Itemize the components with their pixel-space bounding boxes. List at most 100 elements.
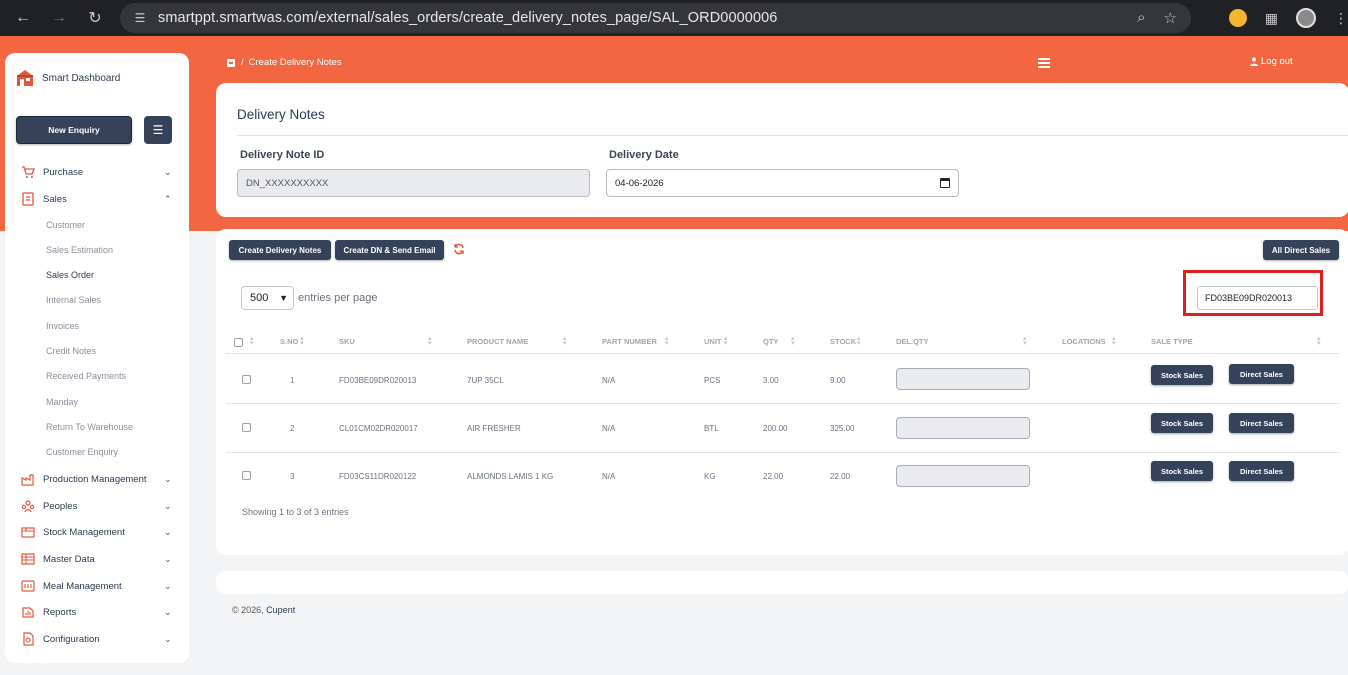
cell-stock: 325.00	[830, 424, 855, 433]
stock-sales-button[interactable]: Stock Sales	[1151, 461, 1213, 481]
sidebar-item-reports[interactable]: Reports ⌄	[5, 602, 189, 622]
sidebar-item-stock-management[interactable]: Stock Management ⌄	[5, 522, 189, 542]
all-direct-sales-button[interactable]: All Direct Sales	[1263, 240, 1339, 260]
column-header-sku[interactable]: SKU	[339, 337, 355, 346]
sidebar-item-master-data[interactable]: Master Data ⌄	[5, 549, 189, 569]
sidebar-subitem-invoices[interactable]: Invoices	[46, 321, 79, 331]
row-checkbox[interactable]	[242, 471, 251, 480]
search-input[interactable]: FD03BE09DR020013	[1197, 286, 1318, 310]
sidebar-item-production-management[interactable]: Production Management ⌄	[5, 469, 189, 489]
column-header-sno[interactable]: S.NO	[280, 337, 298, 346]
sidebar-toggle-button[interactable]: ☰	[144, 116, 172, 144]
sidebar-item-label: Sales	[43, 193, 67, 205]
create-delivery-notes-button[interactable]: Create Delivery Notes	[229, 240, 331, 260]
del-qty-input[interactable]	[896, 465, 1030, 487]
sort-icon[interactable]: ▴ ▾	[1317, 335, 1321, 347]
sidebar-item-peoples[interactable]: Peoples ⌄	[5, 496, 189, 516]
sidebar-item-label: Master Data	[43, 553, 95, 565]
sidebar-subitem-internal-sales[interactable]: Internal Sales	[46, 295, 101, 305]
hamburger-menu-icon[interactable]	[1038, 58, 1050, 68]
column-header-unit[interactable]: UNIT	[704, 337, 722, 346]
column-header-part-number[interactable]: PART NUMBER	[602, 337, 657, 346]
sidebar-subitem-return-to-warehouse[interactable]: Return To Warehouse	[46, 422, 133, 432]
site-info-icon[interactable]: ☰	[132, 10, 148, 26]
sort-icon[interactable]: ▴ ▾	[1023, 335, 1027, 347]
sidebar-item-meal-management[interactable]: Meal Management ⌄	[5, 576, 189, 596]
meal-icon	[21, 580, 35, 592]
config-icon	[23, 632, 34, 646]
sort-icon[interactable]: ▴ ▾	[250, 335, 254, 347]
sidebar-subitem-received-payments[interactable]: Received Payments	[46, 371, 126, 381]
chevron-down-icon: ⌄	[164, 473, 172, 484]
forward-icon[interactable]: →	[48, 7, 70, 29]
table-header-divider	[226, 353, 1339, 354]
stock-sales-button[interactable]: Stock Sales	[1151, 413, 1213, 433]
back-icon[interactable]: ←	[12, 7, 34, 29]
column-header-sale-type[interactable]: SALE TYPE	[1151, 337, 1193, 346]
sort-icon[interactable]: ▴ ▾	[791, 335, 795, 347]
stock-sales-button[interactable]: Stock Sales	[1151, 365, 1213, 385]
sort-icon[interactable]: ▴ ▾	[665, 335, 669, 347]
extensions-puzzle-icon[interactable]: ▦	[1265, 10, 1278, 27]
sidebar-item-sales[interactable]: Sales ⌃	[5, 189, 189, 209]
sidebar-item-purchase[interactable]: Purchase ⌄	[5, 162, 189, 182]
direct-sales-button[interactable]: Direct Sales	[1229, 461, 1294, 481]
breadcrumb: / Create Delivery Notes	[226, 57, 342, 68]
entries-per-page-select[interactable]: 500 ▼	[241, 286, 294, 310]
reload-icon[interactable]: ↻	[84, 7, 106, 29]
sort-icon[interactable]: ▴ ▾	[300, 335, 304, 347]
column-header-product-name[interactable]: PRODUCT NAME	[467, 337, 528, 346]
sort-icon[interactable]: ▴ ▾	[1112, 335, 1116, 347]
browser-menu-icon[interactable]: ⋮	[1334, 10, 1348, 27]
column-header-stock[interactable]: STOCK	[830, 337, 856, 346]
sort-icon[interactable]: ▴ ▾	[563, 335, 567, 347]
address-bar[interactable]: ☰ smartppt.smartwas.com/external/sales_o…	[120, 3, 1191, 33]
sort-icon[interactable]: ▴ ▾	[857, 335, 861, 347]
bookmark-star-icon[interactable]: ☆	[1164, 9, 1177, 27]
divider	[237, 135, 1348, 136]
chevron-down-icon: ⌄	[164, 606, 172, 617]
sidebar-subitem-customer-enquiry[interactable]: Customer Enquiry	[46, 447, 118, 457]
cell-unit: KG	[704, 472, 716, 481]
del-qty-input[interactable]	[896, 368, 1030, 390]
direct-sales-button[interactable]: Direct Sales	[1229, 364, 1294, 384]
new-enquiry-button[interactable]: New Enquiry	[16, 116, 132, 144]
del-qty-input[interactable]	[896, 417, 1030, 439]
home-icon[interactable]	[226, 58, 236, 68]
delivery-date-field[interactable]: 04-06-2026	[606, 169, 959, 197]
row-checkbox[interactable]	[242, 375, 251, 384]
brand[interactable]: Smart Dashboard	[15, 68, 120, 88]
stock-icon	[21, 527, 35, 538]
sidebar-subitem-credit-notes[interactable]: Credit Notes	[46, 346, 96, 356]
sort-icon[interactable]: ▴ ▾	[428, 335, 432, 347]
empty-card	[216, 571, 1348, 594]
sidebar-subitem-sales-order[interactable]: Sales Order	[46, 270, 94, 280]
delivery-note-id-field[interactable]: DN_XXXXXXXXXX	[237, 169, 590, 197]
cell-unit: BTL	[704, 424, 719, 433]
sidebar-subitem-sales-estimation[interactable]: Sales Estimation	[46, 245, 113, 255]
select-all-checkbox[interactable]	[234, 338, 243, 347]
create-dn-send-email-button[interactable]: Create DN & Send Email	[335, 240, 444, 260]
profile-avatar[interactable]	[1296, 8, 1316, 28]
sidebar-item-configuration[interactable]: Configuration ⌄	[5, 629, 189, 649]
sort-icon[interactable]: ▴ ▾	[724, 335, 728, 347]
column-header-locations[interactable]: LOCATIONS	[1062, 337, 1106, 346]
calendar-icon[interactable]	[940, 178, 950, 188]
cell-product-name: ALMONDS LAMIS 1 KG	[467, 472, 554, 481]
cart-icon	[22, 166, 35, 178]
column-header-qty[interactable]: QTY	[763, 337, 778, 346]
refresh-icon[interactable]	[453, 243, 465, 255]
extension-icon[interactable]	[1228, 9, 1247, 27]
zoom-icon[interactable]: ⌕	[1137, 9, 1145, 27]
column-header-del-qty[interactable]: DEL.QTY	[896, 337, 929, 346]
company-link[interactable]: Cupent	[266, 605, 295, 615]
sidebar-subitem-manday[interactable]: Manday	[46, 397, 78, 407]
logout-link[interactable]: Log out	[1250, 56, 1293, 67]
url-text[interactable]: smartppt.smartwas.com/external/sales_ord…	[158, 10, 777, 26]
row-checkbox[interactable]	[242, 423, 251, 432]
chevron-down-icon: ⌄	[164, 580, 172, 591]
sidebar-subitem-customer[interactable]: Customer	[46, 220, 85, 230]
direct-sales-button[interactable]: Direct Sales	[1229, 413, 1294, 433]
sidebar-item-label: Production Management	[43, 473, 147, 485]
delivery-date-value: 04-06-2026	[615, 177, 664, 189]
